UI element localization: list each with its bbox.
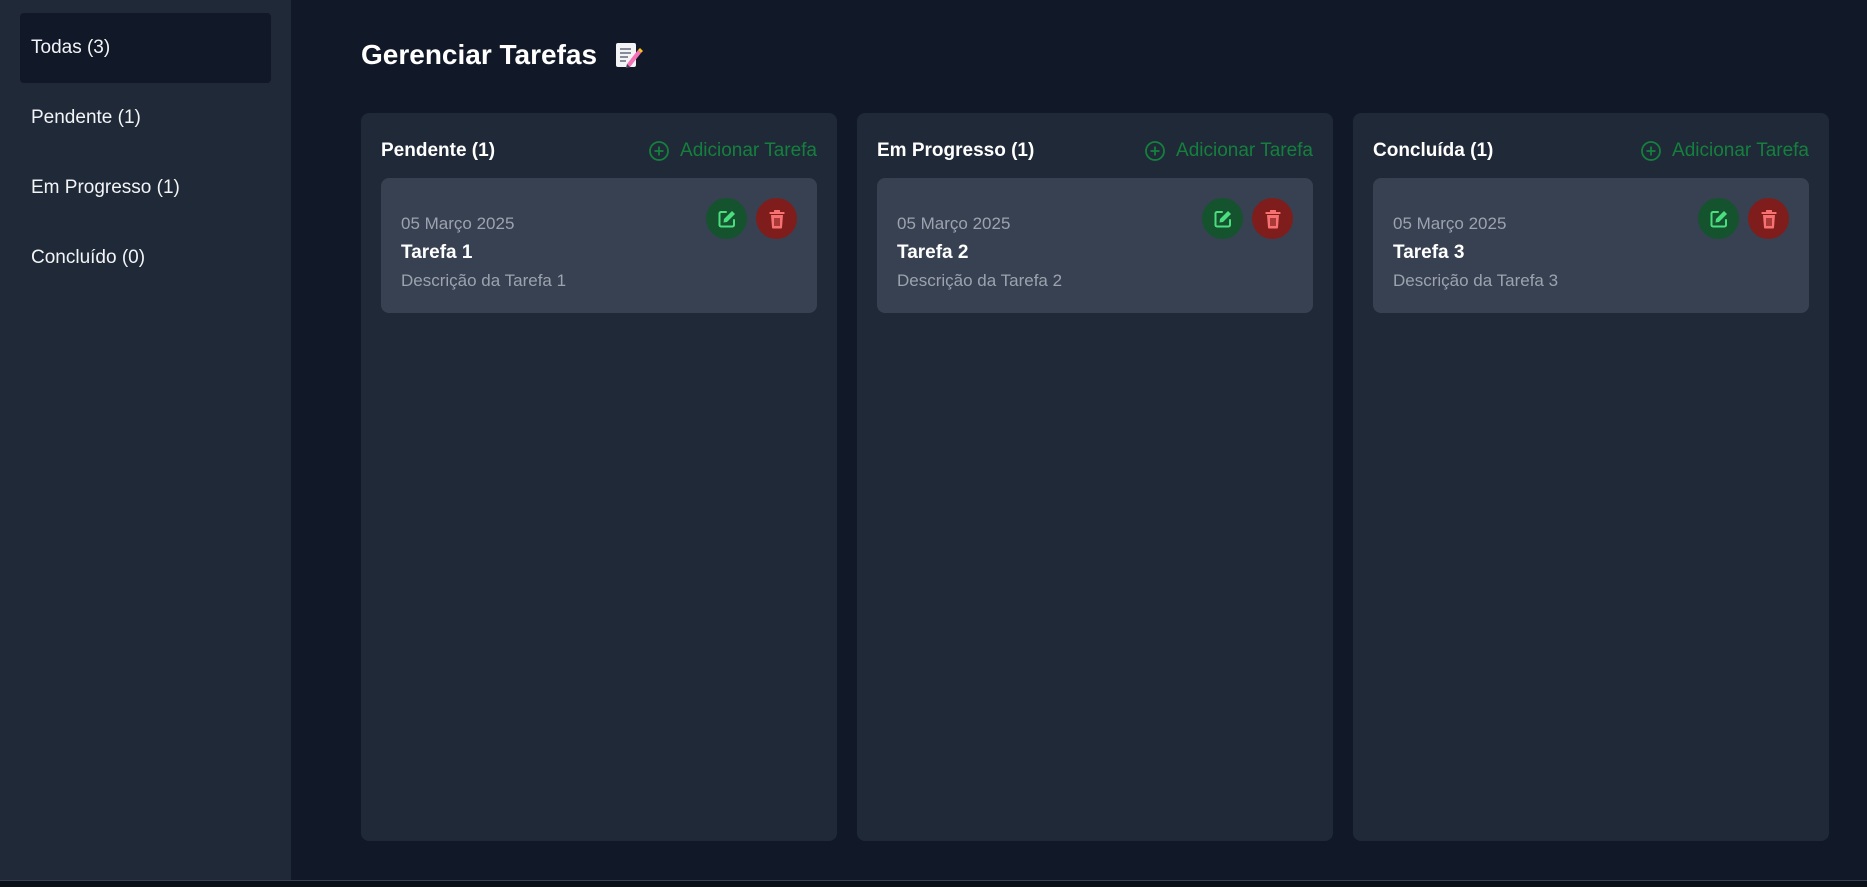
main-content: Gerenciar Tarefas Pendente (1) Adicionar… bbox=[291, 0, 1867, 880]
column-header: Pendente (1) Adicionar Tarefa bbox=[381, 133, 817, 169]
column-title: Em Progresso (1) bbox=[877, 140, 1035, 161]
sidebar-item-label: Pendente (1) bbox=[31, 107, 141, 128]
column-pendente: Pendente (1) Adicionar Tarefa 05 Março 2… bbox=[361, 113, 837, 841]
trash-icon bbox=[1265, 209, 1280, 228]
page-title-row: Gerenciar Tarefas bbox=[361, 38, 1867, 72]
column-header: Em Progresso (1) Adicionar Tarefa bbox=[877, 133, 1313, 169]
edit-icon bbox=[1214, 210, 1231, 227]
column-header: Concluída (1) Adicionar Tarefa bbox=[1373, 133, 1809, 169]
task-actions bbox=[706, 198, 797, 239]
plus-circle-icon bbox=[1640, 140, 1662, 162]
page-title: Gerenciar Tarefas bbox=[361, 39, 598, 70]
delete-task-button[interactable] bbox=[756, 198, 797, 239]
bottom-bar bbox=[0, 880, 1867, 887]
task-actions bbox=[1698, 198, 1789, 239]
sidebar: Todas (3) Pendente (1) Em Progresso (1) … bbox=[0, 0, 291, 880]
sidebar-item-todas[interactable]: Todas (3) bbox=[20, 13, 271, 83]
delete-task-button[interactable] bbox=[1748, 198, 1789, 239]
add-task-button[interactable]: Adicionar Tarefa bbox=[1640, 140, 1809, 162]
task-description: Descrição da Tarefa 2 bbox=[897, 271, 1063, 290]
task-card[interactable]: 05 Março 2025 Tarefa 3 Descrição da Tare… bbox=[1373, 178, 1809, 313]
add-task-button[interactable]: Adicionar Tarefa bbox=[648, 140, 817, 162]
sidebar-item-concluido[interactable]: Concluído (0) bbox=[20, 223, 271, 293]
column-em-progresso: Em Progresso (1) Adicionar Tarefa 05 Mar… bbox=[857, 113, 1333, 841]
sidebar-item-pendente[interactable]: Pendente (1) bbox=[20, 83, 271, 153]
task-card[interactable]: 05 Março 2025 Tarefa 2 Descrição da Tare… bbox=[877, 178, 1313, 313]
edit-task-button[interactable] bbox=[1202, 198, 1243, 239]
plus-circle-icon bbox=[648, 140, 670, 162]
sidebar-item-label: Todas (3) bbox=[31, 37, 111, 58]
add-task-label: Adicionar Tarefa bbox=[1176, 140, 1313, 161]
sidebar-item-label: Em Progresso (1) bbox=[31, 177, 180, 198]
edit-task-button[interactable] bbox=[706, 198, 747, 239]
edit-icon bbox=[1710, 210, 1727, 227]
column-concluida: Concluída (1) Adicionar Tarefa 05 Março … bbox=[1353, 113, 1829, 841]
add-task-button[interactable]: Adicionar Tarefa bbox=[1144, 140, 1313, 162]
task-title: Tarefa 1 bbox=[401, 242, 473, 263]
add-task-label: Adicionar Tarefa bbox=[1672, 140, 1809, 161]
edit-icon bbox=[718, 210, 735, 227]
task-board: Pendente (1) Adicionar Tarefa 05 Março 2… bbox=[361, 113, 1829, 841]
app: Todas (3) Pendente (1) Em Progresso (1) … bbox=[0, 0, 1867, 887]
task-actions bbox=[1202, 198, 1293, 239]
sidebar-item-em-progresso[interactable]: Em Progresso (1) bbox=[20, 153, 271, 223]
task-card[interactable]: 05 Março 2025 Tarefa 1 Descrição da Tare… bbox=[381, 178, 817, 313]
sidebar-item-label: Concluído (0) bbox=[31, 247, 146, 268]
task-title: Tarefa 2 bbox=[897, 242, 969, 263]
edit-task-button[interactable] bbox=[1698, 198, 1739, 239]
add-task-label: Adicionar Tarefa bbox=[680, 140, 817, 161]
delete-task-button[interactable] bbox=[1252, 198, 1293, 239]
task-description: Descrição da Tarefa 1 bbox=[401, 271, 567, 290]
memo-icon bbox=[613, 40, 644, 70]
trash-icon bbox=[1761, 209, 1776, 228]
column-title: Concluída (1) bbox=[1373, 140, 1494, 161]
trash-icon bbox=[769, 209, 784, 228]
column-title: Pendente (1) bbox=[381, 140, 496, 161]
task-description: Descrição da Tarefa 3 bbox=[1393, 271, 1559, 290]
task-title: Tarefa 3 bbox=[1393, 242, 1465, 263]
plus-circle-icon bbox=[1144, 140, 1166, 162]
